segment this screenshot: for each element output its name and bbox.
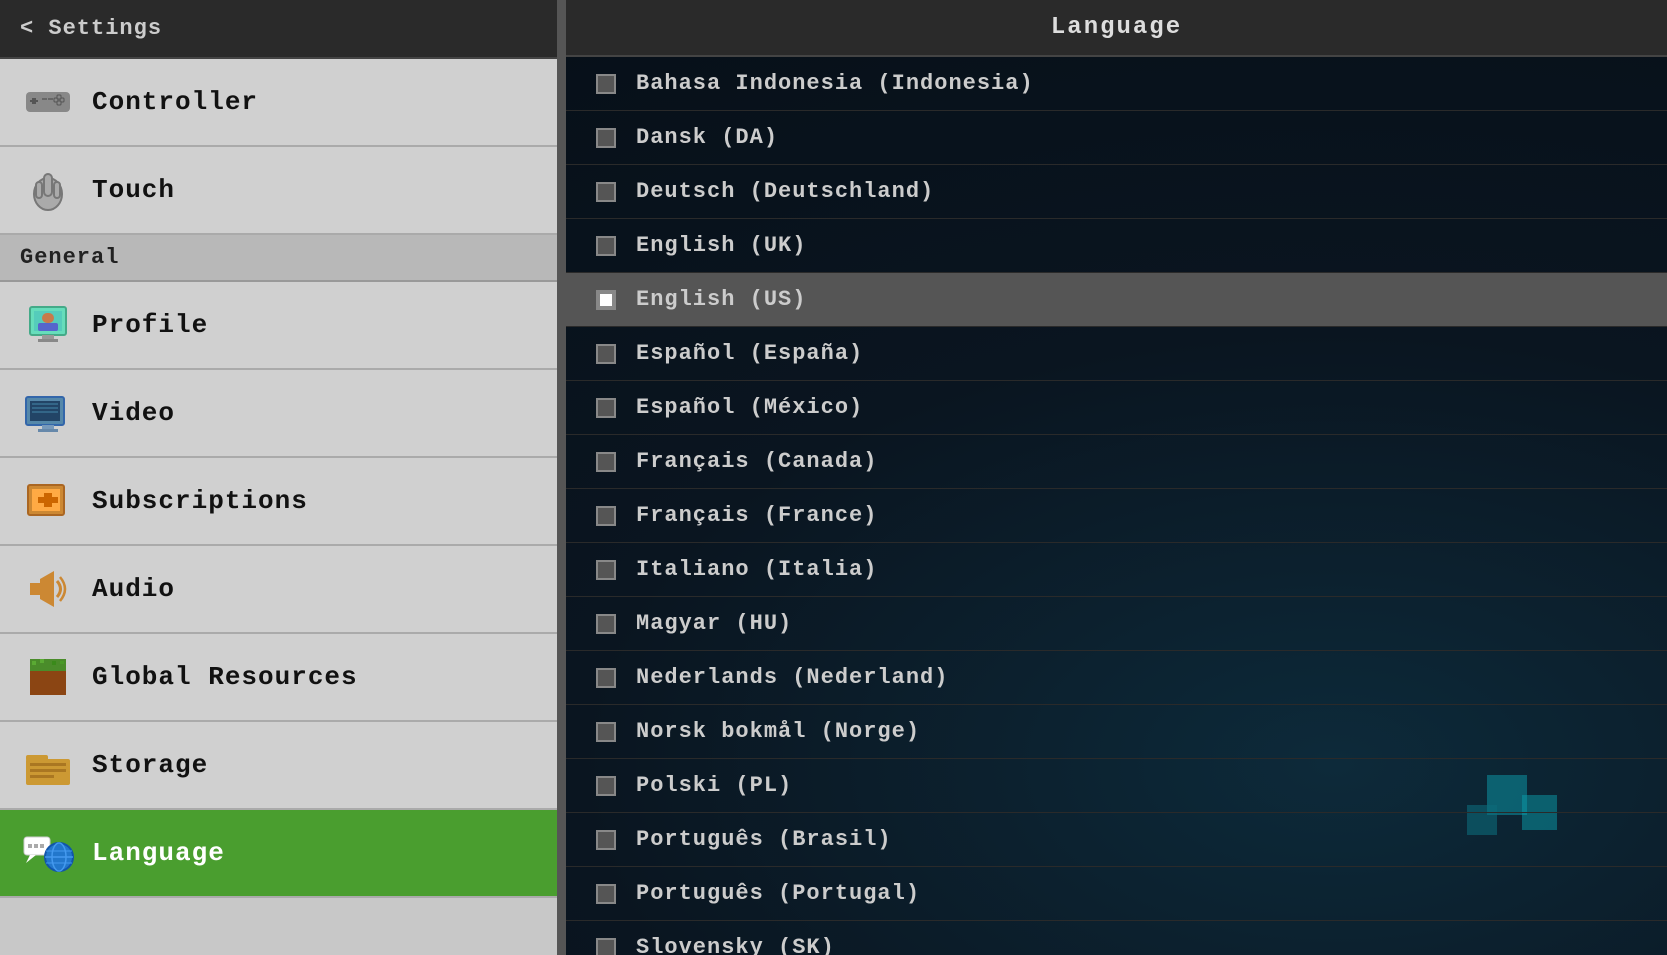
- video-label: Video: [92, 398, 175, 428]
- controller-label: Controller: [92, 87, 258, 117]
- language-item[interactable]: Français (Canada): [566, 435, 1667, 489]
- language-checkbox: [596, 722, 616, 742]
- language-checkbox: [596, 614, 616, 634]
- language-label: Français (Canada): [636, 449, 877, 474]
- language-label: Español (España): [636, 341, 863, 366]
- language-item[interactable]: Português (Brasil): [566, 813, 1667, 867]
- subscriptions-label: Subscriptions: [92, 486, 308, 516]
- sidebar-item-subscriptions[interactable]: Subscriptions: [0, 458, 557, 546]
- touch-label: Touch: [92, 175, 175, 205]
- language-label: Português (Portugal): [636, 881, 920, 906]
- language-item[interactable]: Português (Portugal): [566, 867, 1667, 921]
- language-checkbox: [596, 182, 616, 202]
- language-label: English (US): [636, 287, 806, 312]
- profile-label: Profile: [92, 310, 208, 340]
- language-item[interactable]: Deutsch (Deutschland): [566, 165, 1667, 219]
- language-checkbox: [596, 668, 616, 688]
- language-label: Bahasa Indonesia (Indonesia): [636, 71, 1034, 96]
- language-item[interactable]: Español (España): [566, 327, 1667, 381]
- controller-icon: [20, 74, 76, 130]
- sidebar-item-language[interactable]: Language: [0, 810, 557, 898]
- subscriptions-icon: [20, 473, 76, 529]
- language-label: Nederlands (Nederland): [636, 665, 948, 690]
- language-list: Bahasa Indonesia (Indonesia) Dansk (DA) De…: [566, 57, 1667, 955]
- language-checkbox: [596, 776, 616, 796]
- language-checkbox: [596, 290, 616, 310]
- language-checkbox: [596, 398, 616, 418]
- language-item[interactable]: Norsk bokmål (Norge): [566, 705, 1667, 759]
- sidebar-item-profile[interactable]: Profile: [0, 282, 557, 370]
- language-label: Deutsch (Deutschland): [636, 179, 934, 204]
- right-panel: Language Bahasa Indonesia (Indonesia) Dan…: [566, 0, 1667, 955]
- sidebar-item-video[interactable]: Video: [0, 370, 557, 458]
- language-label: Español (México): [636, 395, 863, 420]
- language-label: Português (Brasil): [636, 827, 892, 852]
- language-item[interactable]: English (US): [566, 273, 1667, 327]
- sidebar-item-controller[interactable]: Controller: [0, 59, 557, 147]
- language-checkbox: [596, 74, 616, 94]
- audio-label: Audio: [92, 574, 175, 604]
- audio-icon: [20, 561, 76, 617]
- language-label: Italiano (Italia): [636, 557, 877, 582]
- language-label: Français (France): [636, 503, 877, 528]
- sidebar-item-touch[interactable]: Touch: [0, 147, 557, 235]
- language-checkbox: [596, 506, 616, 526]
- right-panel-header: Language: [566, 0, 1667, 57]
- sidebar-item-audio[interactable]: Audio: [0, 546, 557, 634]
- main-container: < Settings: [0, 0, 1667, 955]
- language-item[interactable]: Magyar (HU): [566, 597, 1667, 651]
- language-checkbox: [596, 560, 616, 580]
- sidebar: < Settings: [0, 0, 560, 955]
- language-item[interactable]: Français (France): [566, 489, 1667, 543]
- storage-label: Storage: [92, 750, 208, 780]
- profile-icon: [20, 297, 76, 353]
- language-checkbox: [596, 344, 616, 364]
- language-checkbox: [596, 830, 616, 850]
- language-label: Norsk bokmål (Norge): [636, 719, 920, 744]
- language-label: Dansk (DA): [636, 125, 778, 150]
- general-section-header: General: [0, 235, 557, 282]
- language-checkbox: [596, 452, 616, 472]
- language-checkbox: [596, 884, 616, 904]
- global-resources-icon: [20, 649, 76, 705]
- language-label: Magyar (HU): [636, 611, 792, 636]
- sidebar-items-list: Controller Touch General: [0, 59, 557, 955]
- back-button[interactable]: < Settings: [20, 16, 537, 41]
- language-item[interactable]: Bahasa Indonesia (Indonesia): [566, 57, 1667, 111]
- language-label: Polski (PL): [636, 773, 792, 798]
- language-checkbox: [596, 236, 616, 256]
- language-icon: [20, 825, 76, 881]
- sidebar-item-storage[interactable]: Storage: [0, 722, 557, 810]
- video-icon: [20, 385, 76, 441]
- language-checkbox: [596, 128, 616, 148]
- sidebar-header: < Settings: [0, 0, 557, 59]
- language-label: Language: [92, 838, 225, 868]
- global-resources-label: Global Resources: [92, 662, 358, 692]
- sidebar-item-global-resources[interactable]: Global Resources: [0, 634, 557, 722]
- language-label: Slovensky (SK): [636, 935, 835, 955]
- language-label: English (UK): [636, 233, 806, 258]
- language-item[interactable]: Español (México): [566, 381, 1667, 435]
- language-item[interactable]: Slovensky (SK): [566, 921, 1667, 955]
- language-item[interactable]: English (UK): [566, 219, 1667, 273]
- storage-icon: [20, 737, 76, 793]
- language-item[interactable]: Dansk (DA): [566, 111, 1667, 165]
- language-item[interactable]: Nederlands (Nederland): [566, 651, 1667, 705]
- panel-title: Language: [596, 14, 1637, 41]
- language-checkbox: [596, 938, 616, 955]
- language-item[interactable]: Italiano (Italia): [566, 543, 1667, 597]
- language-item[interactable]: Polski (PL): [566, 759, 1667, 813]
- touch-icon: [20, 162, 76, 218]
